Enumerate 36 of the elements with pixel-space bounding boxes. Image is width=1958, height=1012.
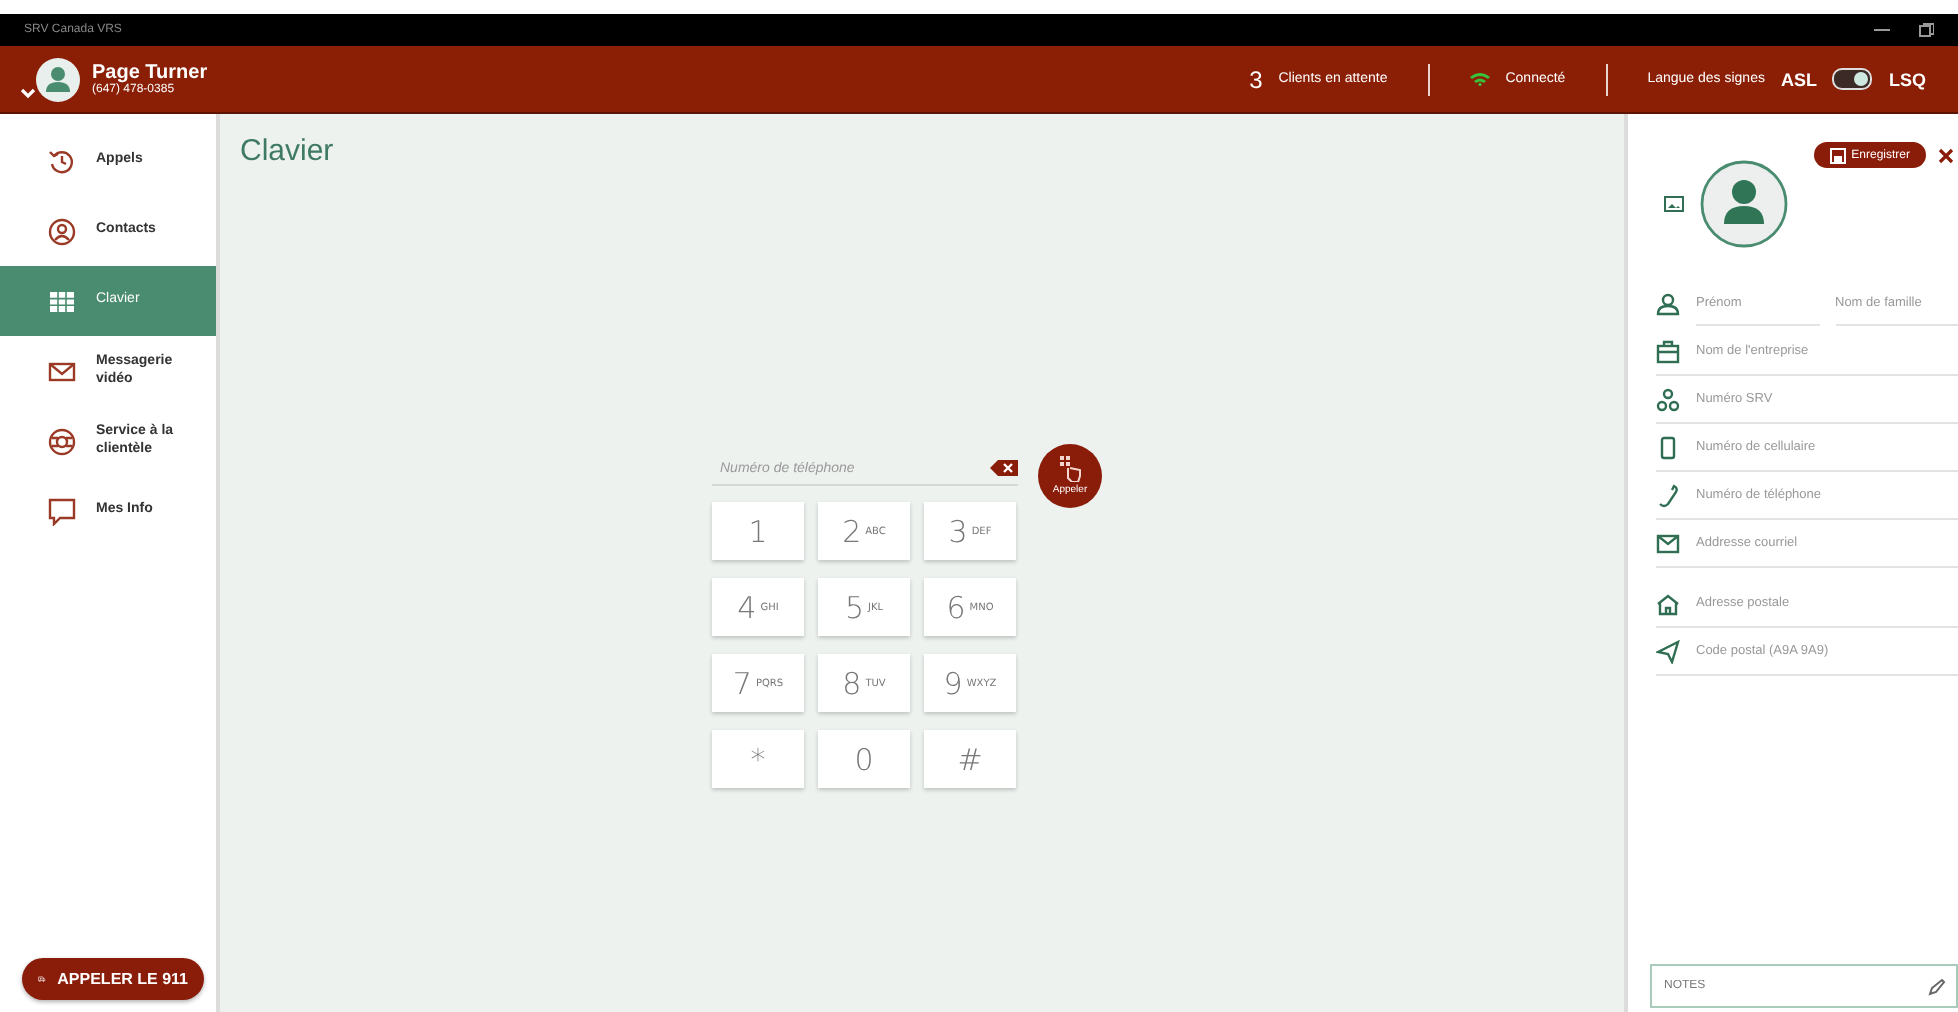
restore-icon[interactable]: [1918, 22, 1934, 38]
wifi-icon: [1469, 72, 1490, 86]
person-icon: [48, 217, 76, 245]
grid-icon: [48, 287, 76, 315]
language-option[interactable]: LSQ: [1888, 69, 1926, 89]
chevron-down-icon[interactable]: [20, 88, 36, 100]
envelope-icon: [48, 357, 76, 385]
close-icon[interactable]: [1938, 147, 1954, 163]
contact-avatar[interactable]: [1700, 160, 1788, 248]
backspace-icon[interactable]: [990, 460, 1018, 476]
image-icon[interactable]: [1664, 196, 1684, 212]
hand-keypad-icon: [1058, 456, 1082, 482]
dial-key[interactable]: 0: [818, 730, 910, 788]
dial-key[interactable]: #: [924, 730, 1016, 788]
history-icon: [48, 147, 76, 175]
pencil-icon[interactable]: [1928, 978, 1946, 996]
person-icon: [1656, 292, 1680, 316]
speech-bubble-icon: [48, 497, 76, 525]
page-title: Clavier: [240, 134, 336, 168]
paper-plane-icon: [1656, 639, 1680, 663]
dial-key[interactable]: 1: [712, 502, 804, 560]
home-icon: [1656, 591, 1680, 615]
lifebuoy-icon: [48, 427, 76, 455]
phone-icon: [1656, 483, 1680, 507]
waiting-count: 3: [1249, 65, 1263, 93]
mobile-phone-icon: [1656, 435, 1680, 459]
language-toggle[interactable]: [1832, 68, 1873, 90]
envelope-icon: [1656, 531, 1680, 555]
emergency-call-button[interactable]: APPELER LE 911: [22, 958, 204, 1000]
save-icon: [1829, 147, 1846, 163]
dial-key[interactable]: *: [712, 730, 804, 788]
language-option[interactable]: ASL: [1780, 69, 1817, 89]
briefcase-icon: [1656, 339, 1680, 363]
network-icon: [1656, 387, 1680, 411]
avatar-icon[interactable]: [36, 57, 80, 101]
user-name: Page Turner: [92, 62, 208, 84]
